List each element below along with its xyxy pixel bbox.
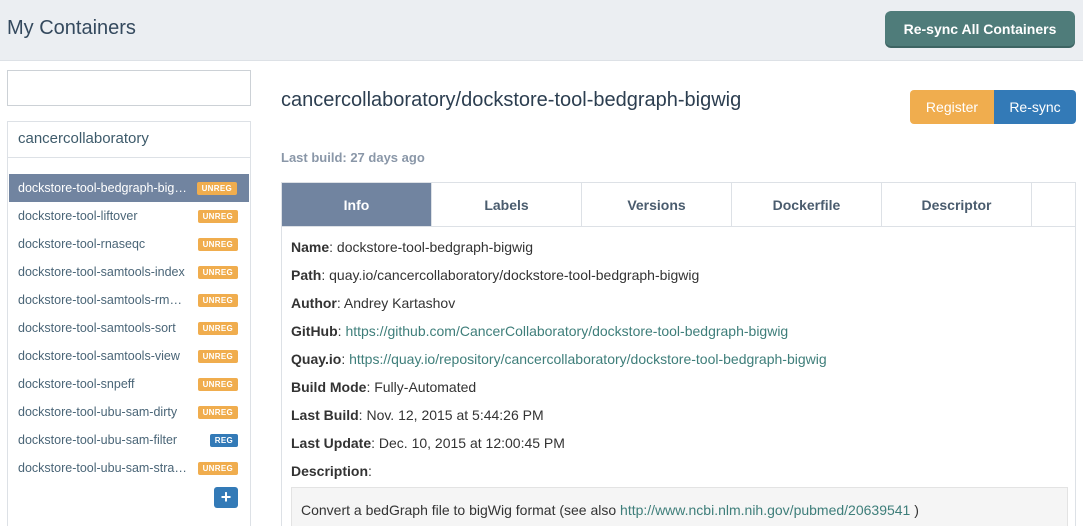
list-item-label: dockstore-tool-ubu-sam-dirty: [18, 405, 178, 419]
last-update-value: Dec. 10, 2015 at 12:00:45 PM: [378, 435, 565, 451]
info-build-mode-row: Build Mode: Fully-Automated: [291, 379, 477, 395]
tab-info[interactable]: Info: [282, 183, 432, 227]
resync-button[interactable]: Re-sync: [994, 90, 1076, 124]
list-item-label: dockstore-tool-samtools-rmdup: [18, 293, 188, 307]
plus-icon[interactable]: +: [214, 487, 238, 508]
list-item[interactable]: dockstore-tool-liftover UNREG: [8, 202, 250, 230]
container-title: cancercollaboratory/dockstore-tool-bedgr…: [281, 89, 742, 111]
field-label: Name: [291, 239, 330, 255]
resync-all-containers-button[interactable]: Re-sync All Containers: [885, 11, 1075, 46]
last-build-status: Last build: 27 days ago: [281, 150, 425, 165]
list-item[interactable]: dockstore-tool-samtools-sort UNREG: [8, 314, 250, 342]
info-quay-row: Quay.io: https://quay.io/repository/canc…: [291, 351, 827, 367]
description-suffix: ): [914, 502, 919, 518]
info-author-row: Author: Andrey Kartashov: [291, 295, 456, 311]
description-box: Convert a bedGraph file to bigWig format…: [291, 487, 1068, 526]
list-item[interactable]: dockstore-tool-samtools-rmdup UNREG: [8, 286, 250, 314]
list-item-label: dockstore-tool-liftover: [18, 209, 138, 223]
field-label: Path: [291, 267, 322, 283]
page-title: My Containers: [7, 17, 136, 39]
field-label: Description: [291, 463, 369, 479]
container-list-panel: cancercollaboratory dockstore-tool-bedgr…: [7, 121, 251, 526]
status-badge: REG: [209, 434, 238, 447]
list-item-label: dockstore-tool-samtools-view: [18, 349, 180, 363]
description-link[interactable]: http://www.ncbi.nlm.nih.gov/pubmed/20639…: [620, 502, 910, 518]
info-github-row: GitHub: https://github.com/CancerCollabo…: [291, 323, 789, 339]
info-last-build-row: Last Build: Nov. 12, 2015 at 5:44:26 PM: [291, 407, 544, 423]
quay-link[interactable]: https://quay.io/repository/cancercollabo…: [349, 351, 827, 367]
field-label: GitHub: [291, 323, 338, 339]
list-item[interactable]: dockstore-tool-bedgraph-bigwig UNREG: [9, 174, 249, 202]
info-description-row: Description:: [291, 463, 372, 479]
list-item-label: dockstore-tool-ubu-sam-strand: [18, 461, 188, 475]
status-badge: UNREG: [197, 350, 238, 363]
list-item[interactable]: dockstore-tool-samtools-view UNREG: [8, 342, 250, 370]
list-item[interactable]: dockstore-tool-ubu-sam-filter REG: [8, 426, 250, 454]
tab-labels[interactable]: Labels: [432, 183, 582, 227]
list-item[interactable]: dockstore-tool-snpeff UNREG: [8, 370, 250, 398]
info-last-update-row: Last Update: Dec. 10, 2015 at 12:00:45 P…: [291, 435, 565, 451]
status-badge: UNREG: [196, 182, 237, 195]
status-badge: UNREG: [197, 378, 238, 391]
author-value: Andrey Kartashov: [343, 295, 456, 311]
status-badge: UNREG: [197, 462, 238, 475]
list-item[interactable]: dockstore-tool-rnaseqc UNREG: [8, 230, 250, 258]
list-item-label: dockstore-tool-samtools-sort: [18, 321, 176, 335]
build-mode-value: Fully-Automated: [374, 379, 477, 395]
description-text: Convert a bedGraph file to bigWig format…: [301, 502, 617, 518]
name-value: dockstore-tool-bedgraph-bigwig: [336, 239, 534, 255]
field-label: Build Mode: [291, 379, 367, 395]
info-name-row: Name: dockstore-tool-bedgraph-bigwig: [291, 239, 534, 255]
tab-versions[interactable]: Versions: [582, 183, 732, 227]
last-build-value: Nov. 12, 2015 at 5:44:26 PM: [366, 407, 544, 423]
github-link[interactable]: https://github.com/CancerCollaboratory/d…: [345, 323, 788, 339]
tab-descriptor[interactable]: Descriptor: [882, 183, 1032, 227]
container-list: dockstore-tool-bedgraph-bigwig UNREG dock…: [8, 174, 250, 482]
tab-bar: Info Labels Versions Dockerfile Descript…: [281, 182, 1076, 227]
list-item[interactable]: dockstore-tool-samtools-index UNREG: [8, 258, 250, 286]
status-badge: UNREG: [197, 238, 238, 251]
field-label: Last Update: [291, 435, 372, 451]
field-label: Author: [291, 295, 337, 311]
list-item-label: dockstore-tool-ubu-sam-filter: [18, 433, 178, 447]
list-item-label: dockstore-tool-bedgraph-bigwig: [18, 181, 188, 195]
info-panel: Name: dockstore-tool-bedgraph-bigwig Pat…: [281, 226, 1076, 526]
path-value: quay.io/cancercollaboratory/dockstore-to…: [329, 267, 700, 283]
info-path-row: Path: quay.io/cancercollaboratory/dockst…: [291, 267, 700, 283]
list-item-label: dockstore-tool-samtools-index: [18, 265, 185, 279]
list-item[interactable]: dockstore-tool-ubu-sam-dirty UNREG: [8, 398, 250, 426]
field-label: Quay.io: [291, 351, 342, 367]
status-badge: UNREG: [197, 266, 238, 279]
namespace-header[interactable]: cancercollaboratory: [8, 122, 250, 158]
status-badge: UNREG: [197, 210, 238, 223]
list-item-label: dockstore-tool-rnaseqc: [18, 237, 146, 251]
register-button[interactable]: Register: [910, 90, 994, 124]
top-bar: My Containers Re-sync All Containers: [0, 0, 1083, 61]
list-item-label: dockstore-tool-snpeff: [18, 377, 135, 391]
list-item[interactable]: dockstore-tool-ubu-sam-strand UNREG: [8, 454, 250, 482]
tab-dockerfile[interactable]: Dockerfile: [732, 183, 882, 227]
search-input[interactable]: [7, 70, 251, 106]
field-label: Last Build: [291, 407, 359, 423]
status-badge: UNREG: [197, 406, 238, 419]
status-badge: UNREG: [197, 294, 238, 307]
status-badge: UNREG: [197, 322, 238, 335]
